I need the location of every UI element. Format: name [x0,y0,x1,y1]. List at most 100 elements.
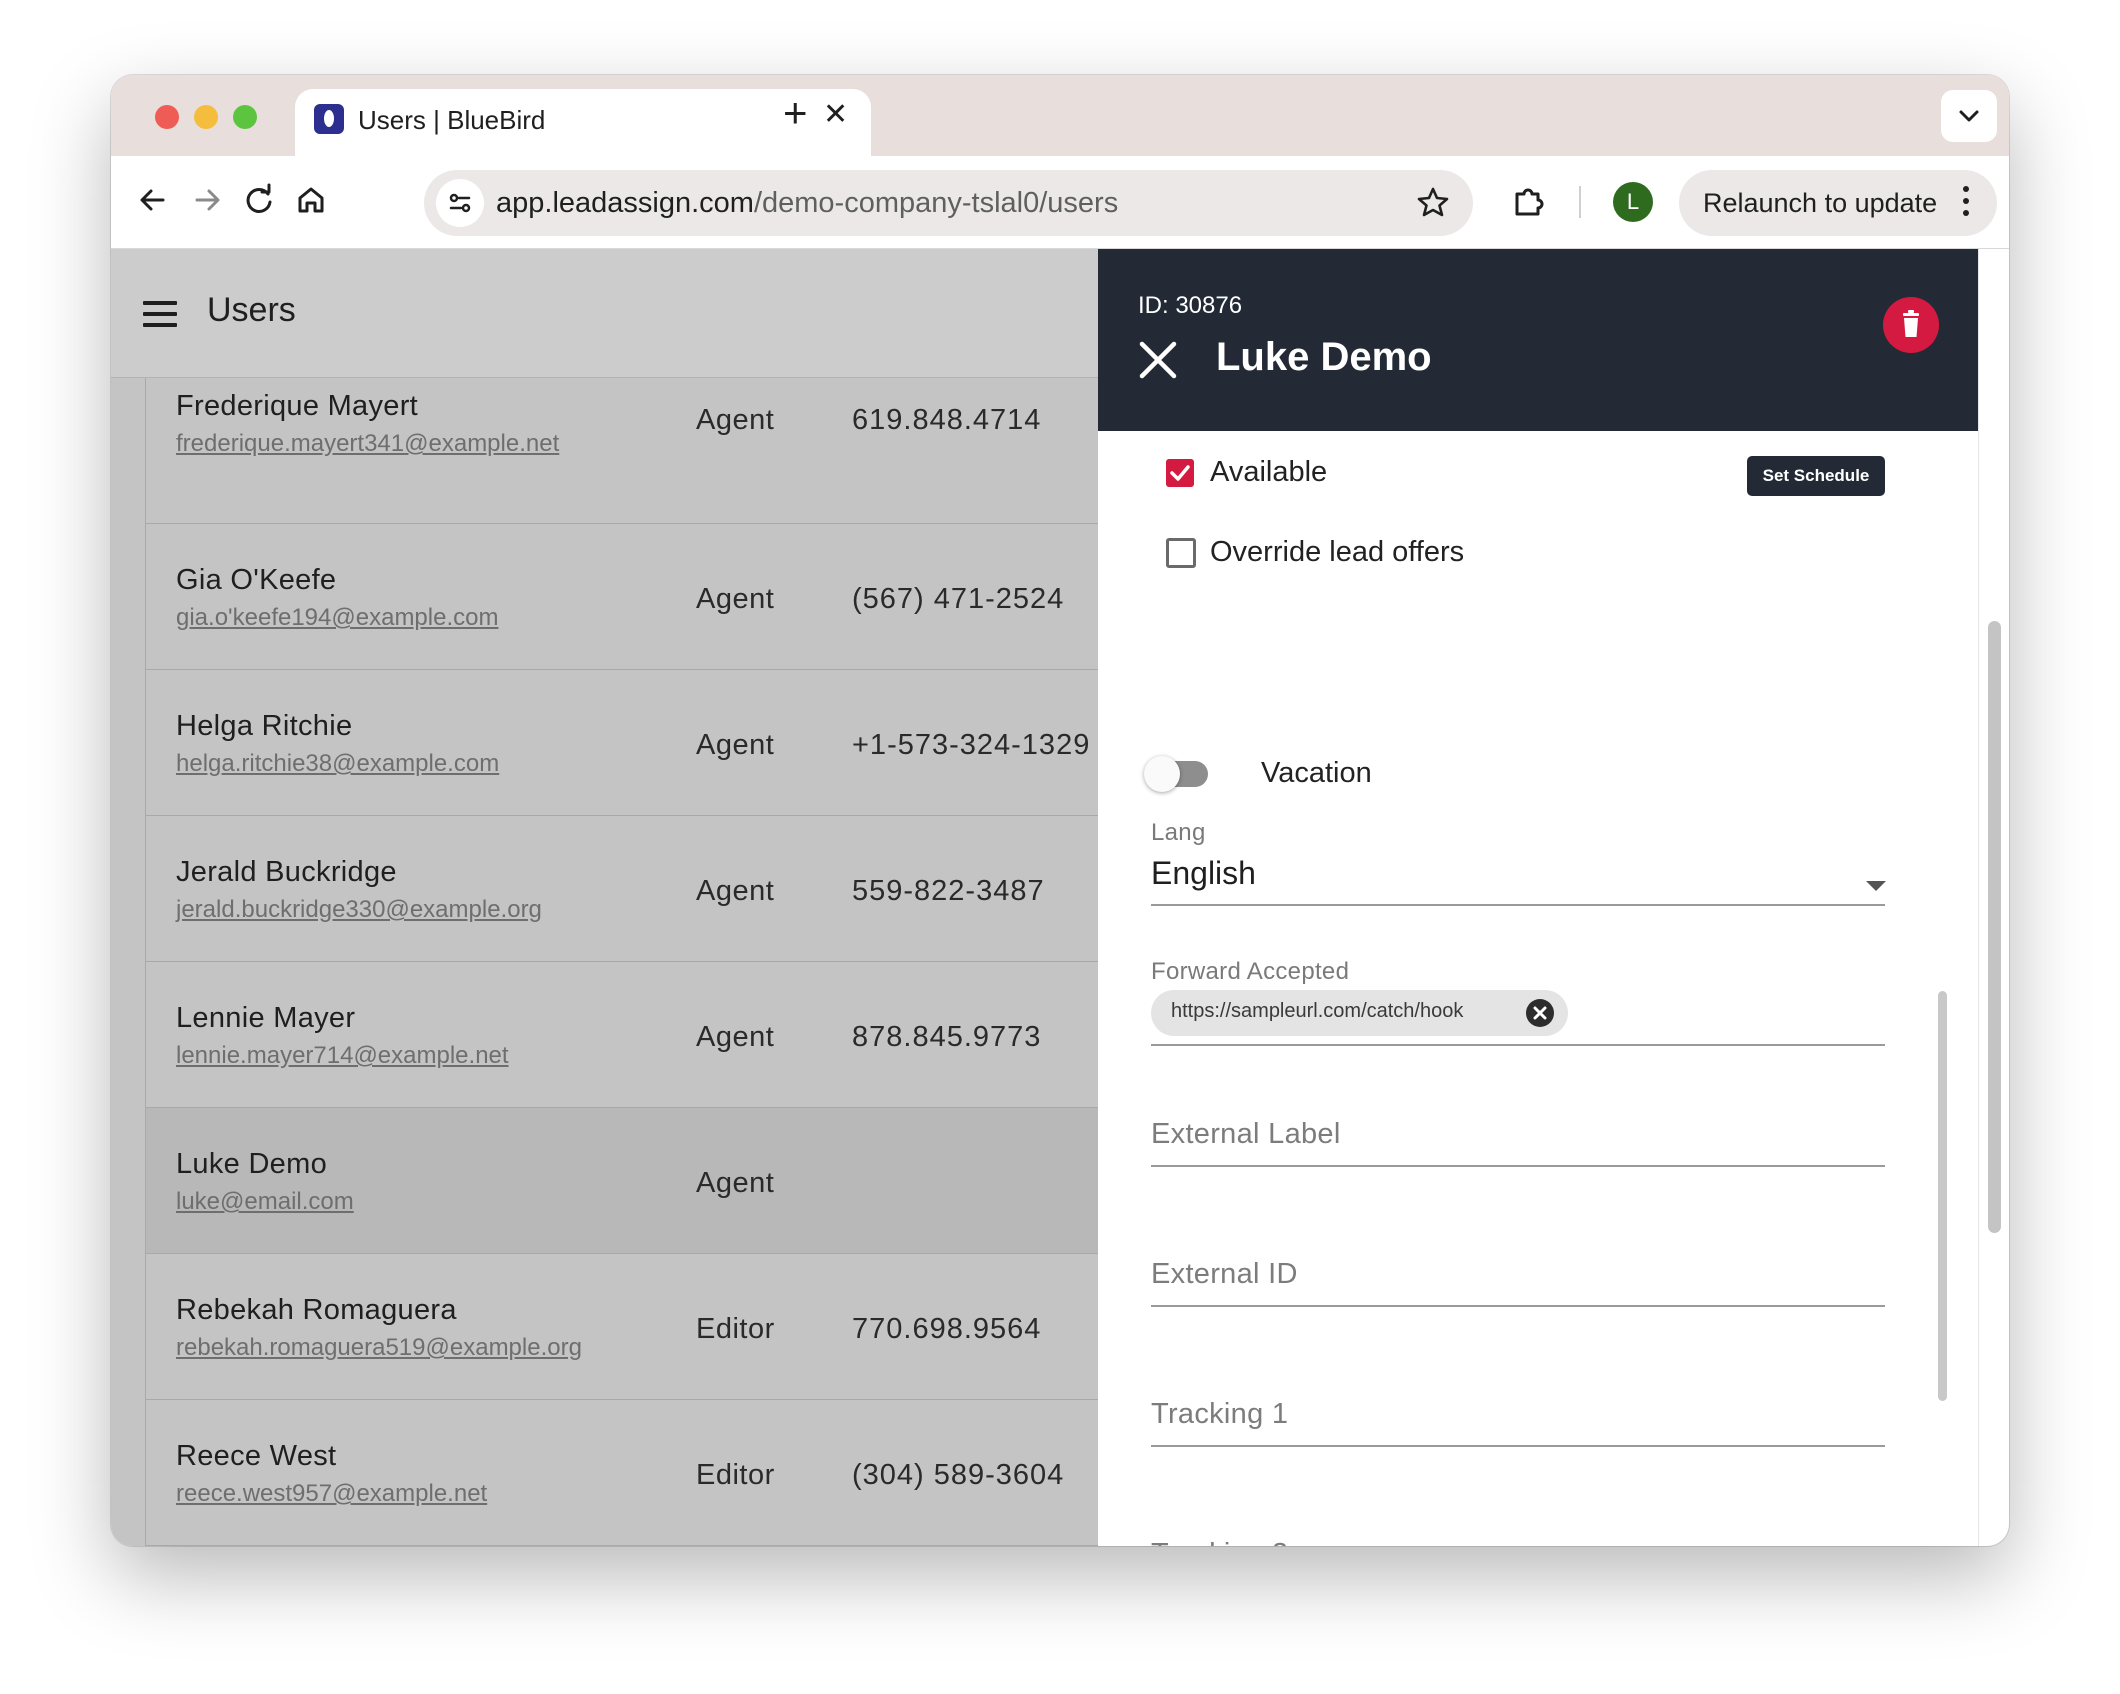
panel-title: Luke Demo [1216,335,1432,379]
table-row[interactable]: Rebekah Romaguera rebekah.romaguera519@e… [145,1254,1245,1400]
toolbar-divider [1579,186,1581,218]
external-label-underline [1151,1165,1885,1167]
tracking-1-field[interactable]: Tracking 1 [1151,1398,1288,1431]
window-zoom-button[interactable] [233,105,257,129]
user-name: Luke Demo [176,1148,327,1180]
panel-scrollbar[interactable] [1938,991,1947,1401]
user-email-link[interactable]: frederique.mayert341@example.net [176,430,559,458]
lang-select[interactable]: English [1151,855,1256,892]
vacation-label: Vacation [1261,757,1372,789]
tab-strip: Users | BlueBird ✕ + [111,75,2009,156]
user-detail-panel: ID: 30876 Luke Demo Available Set Schedu… [1098,249,1978,1546]
user-phone: 770.698.9564 [852,1313,1042,1345]
url-path: /demo-company-tslal0/users [753,187,1119,219]
tab-search-button[interactable] [1941,90,1997,142]
table-row-selected[interactable]: Luke Demo luke@email.com Agent [145,1108,1245,1254]
vacation-toggle[interactable] [1144,756,1180,792]
user-role: Editor [696,1459,775,1491]
panel-form: Available Set Schedule Override lead off… [1098,431,1950,1546]
user-phone: 878.845.9773 [852,1021,1042,1053]
reload-icon[interactable] [237,178,281,222]
chevron-down-icon[interactable] [1866,881,1886,891]
user-email-link[interactable]: reece.west957@example.net [176,1480,487,1508]
close-icon [1533,1006,1547,1020]
external-label-field[interactable]: External Label [1151,1118,1341,1151]
user-name: Frederique Mayert [176,390,419,422]
override-lead-offers-checkbox[interactable] [1166,538,1196,568]
user-name: Rebekah Romaguera [176,1294,457,1326]
forward-arrow-icon[interactable] [185,178,229,222]
table-row[interactable]: Reece West reece.west957@example.net Edi… [145,1400,1245,1546]
user-name: Jerald Buckridge [176,856,397,888]
bluebird-favicon-icon [314,104,344,134]
user-role: Agent [696,583,775,615]
tab-close-icon[interactable]: ✕ [823,97,848,132]
set-schedule-button[interactable]: Set Schedule [1747,456,1885,496]
window-close-button[interactable] [155,105,179,129]
chip-remove-icon[interactable] [1526,999,1554,1027]
user-email-link[interactable]: gia.o'keefe194@example.com [176,604,498,632]
forward-url-chip-label: https://sampleurl.com/catch/hook [1171,1000,1464,1022]
page-content: Users Frederique Mayert frederique.mayer… [111,249,2009,1546]
new-tab-button[interactable]: + [783,89,808,137]
close-icon[interactable] [1138,340,1178,380]
delete-user-button[interactable] [1883,297,1939,353]
window-minimize-button[interactable] [194,105,218,129]
browser-menu-icon[interactable] [1963,186,1969,222]
page-title: Users [207,291,296,329]
url-text[interactable]: app.leadassign.com/demo-company-tslal0/u… [496,187,1118,220]
external-id-field[interactable]: External ID [1151,1258,1298,1291]
site-info-icon [449,193,471,213]
user-name: Helga Ritchie [176,710,353,742]
user-phone: 559-822-3487 [852,875,1045,907]
user-role: Editor [696,1313,775,1345]
extensions-icon[interactable] [1507,180,1551,224]
table-row[interactable]: Lennie Mayer lennie.mayer714@example.net… [145,962,1245,1108]
user-name: Gia O'Keefe [176,564,337,596]
forward-accepted-label: Forward Accepted [1151,958,1350,985]
user-phone: (567) 471-2524 [852,583,1065,615]
table-row[interactable]: Gia O'Keefe gia.o'keefe194@example.com A… [145,524,1245,670]
user-email-link[interactable]: luke@email.com [176,1188,354,1216]
menu-icon[interactable] [143,301,177,334]
page-scrollbar-thumb[interactable] [1988,621,2001,1233]
external-id-underline [1151,1305,1885,1307]
forward-accepted-underline [1151,1044,1885,1046]
available-checkbox[interactable] [1166,459,1194,487]
user-role: Agent [696,1167,775,1199]
home-icon[interactable] [289,178,333,222]
user-email-link[interactable]: helga.ritchie38@example.com [176,750,499,778]
site-info-button[interactable] [436,179,484,227]
back-arrow-icon[interactable] [131,178,175,222]
lang-underline [1151,904,1885,906]
chevron-down-icon [1959,110,1979,122]
url-domain: app.leadassign.com [496,187,754,219]
browser-toolbar: app.leadassign.com/demo-company-tslal0/u… [111,156,2009,249]
browser-window: Users | BlueBird ✕ + app.leadassign.com/… [111,75,2009,1546]
profile-avatar[interactable]: L [1613,182,1653,222]
forward-url-chip[interactable]: https://sampleurl.com/catch/hook [1151,990,1568,1036]
user-name: Reece West [176,1440,337,1472]
user-email-link[interactable]: rebekah.romaguera519@example.org [176,1334,582,1362]
user-role: Agent [696,729,775,761]
address-bar[interactable]: app.leadassign.com/demo-company-tslal0/u… [424,170,1473,236]
table-row[interactable]: Helga Ritchie helga.ritchie38@example.co… [145,670,1245,816]
user-id-label: ID: 30876 [1138,292,1243,319]
user-role: Agent [696,1021,775,1053]
users-list: Frederique Mayert frederique.mayert341@e… [145,378,1245,1546]
user-role: Agent [696,404,775,436]
trash-icon [1903,310,1919,337]
user-email-link[interactable]: lennie.mayer714@example.net [176,1042,509,1070]
table-row[interactable]: Frederique Mayert frederique.mayert341@e… [145,378,1245,524]
panel-header: ID: 30876 Luke Demo [1098,249,1978,431]
check-icon [1170,465,1190,481]
tracking-2-field[interactable]: Tracking 2 [1151,1538,1288,1546]
relaunch-button[interactable]: Relaunch to update [1679,170,1997,236]
user-phone: 619.848.4714 [852,404,1042,436]
table-row[interactable]: Jerald Buckridge jerald.buckridge330@exa… [145,816,1245,962]
override-lead-offers-label: Override lead offers [1210,536,1465,568]
lang-label: Lang [1151,819,1206,846]
star-icon[interactable] [1413,183,1453,223]
user-email-link[interactable]: jerald.buckridge330@example.org [176,896,542,924]
tab-title: Users | BlueBird [358,105,546,135]
